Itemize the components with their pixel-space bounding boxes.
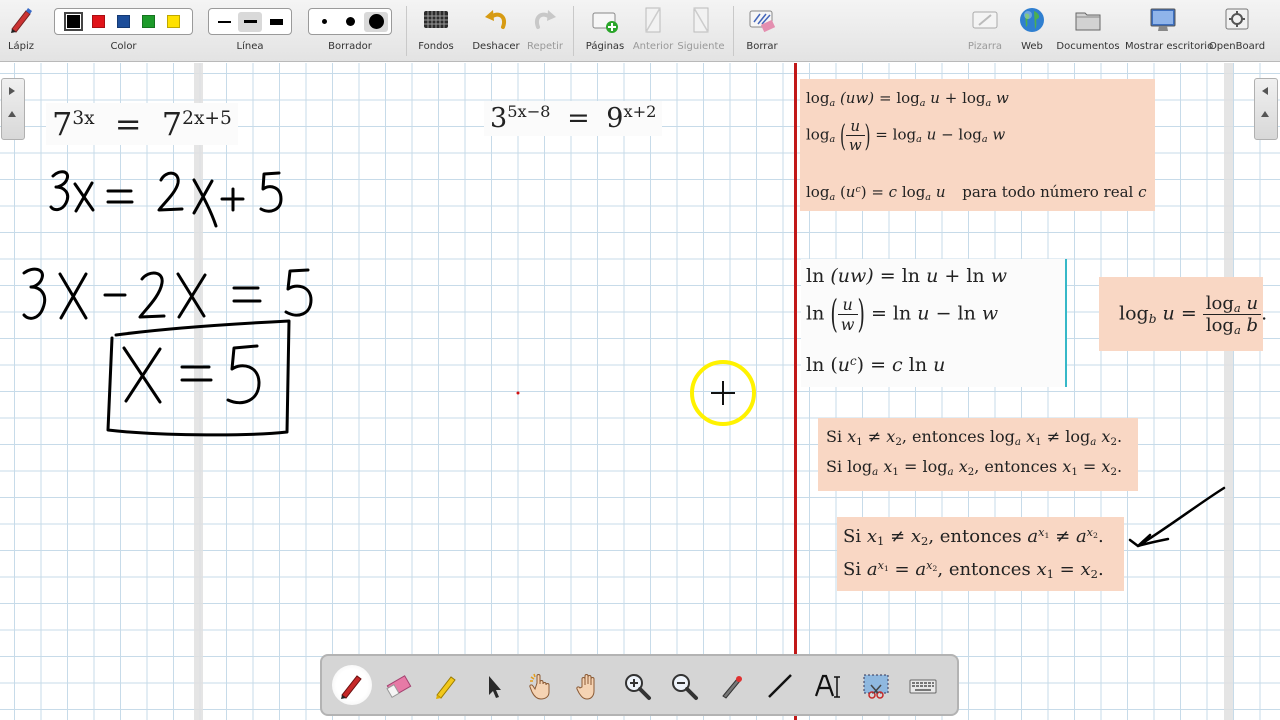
redo-icon	[535, 10, 556, 29]
grid-band	[194, 63, 203, 720]
whiteboard-icon	[972, 11, 998, 29]
color-label: Color	[110, 41, 137, 52]
ln-power-rule: ln (uc) = c ln u	[806, 353, 946, 376]
right-panel-toggle[interactable]	[1254, 78, 1278, 140]
pen-tool-button[interactable]	[332, 665, 372, 705]
top-toolbar: Lápiz Color Línea Borrador Fondos Deshac…	[0, 0, 1280, 62]
eraser-medium-option[interactable]	[338, 12, 362, 32]
screen-capture-icon	[863, 674, 889, 699]
interact-tool-button[interactable]	[522, 666, 560, 706]
exp-injectivity-line-2: Si ax1 = ax2, entonces x1 = x2.	[843, 558, 1104, 582]
globe-icon	[1020, 8, 1044, 32]
settings-gear-icon	[1225, 8, 1249, 30]
grid-background-icon	[424, 11, 448, 28]
log-power-rule: loga (uc) = c loga u para todo número re…	[806, 183, 1147, 203]
color-swatch-black[interactable]	[64, 12, 83, 31]
log-rules-card: loga (uw) = loga u + loga w loga (u w) = …	[800, 79, 1155, 211]
ln-product-rule: ln (uw) = ln u + ln w	[806, 265, 1007, 287]
pointing-hand-icon	[529, 673, 550, 700]
cursor-crosshair-icon	[690, 360, 756, 426]
color-swatch-yellow[interactable]	[167, 15, 180, 28]
exp-injectivity-line-1: Si x1 ≠ x2, entonces ax1 ≠ ax2.	[843, 525, 1104, 549]
line-label: Línea	[236, 41, 264, 52]
text-tool-button[interactable]	[809, 666, 847, 706]
eraser-tool-icon	[386, 675, 412, 699]
pen-tool-icon	[341, 675, 362, 699]
grid-band	[1224, 63, 1233, 720]
log-product-rule: loga (uw) = loga u + loga w	[806, 89, 1009, 109]
pen-icon	[11, 8, 32, 33]
undo-icon	[485, 10, 506, 29]
eraser-large-option[interactable]	[364, 11, 388, 32]
left-panel-toggle[interactable]	[1, 78, 25, 140]
laser-pointer-icon	[722, 676, 742, 699]
color-swatch-green[interactable]	[142, 15, 155, 28]
change-of-base-card: logb u = loga u loga b .	[1099, 277, 1267, 351]
eraser-size-options	[308, 8, 392, 35]
openboard-menu-button[interactable]: OpenBoard	[1209, 0, 1265, 60]
previous-page-icon	[645, 7, 661, 33]
log-injectivity-line-2: Si loga x1 = loga x2, entonces x1 = x2.	[826, 457, 1123, 479]
clear-label: Borrar	[746, 41, 778, 52]
laser-pointer-tool-button[interactable]	[713, 666, 751, 706]
selector-tool-button[interactable]	[475, 666, 513, 706]
exp-injectivity-card: Si x1 ≠ x2, entonces ax1 ≠ ax2. Si ax1 =…	[837, 517, 1124, 591]
show-desktop-button[interactable]: Mostrar escritorio	[1125, 0, 1213, 60]
add-page-icon	[592, 12, 618, 33]
handwritten-solution	[22, 170, 520, 437]
web-button[interactable]: Web	[1014, 0, 1050, 60]
clear-page-icon	[749, 10, 776, 33]
zoom-out-tool-button[interactable]	[665, 666, 703, 706]
arrow-cursor-icon	[489, 676, 501, 698]
eraser-small-option[interactable]	[312, 12, 336, 32]
log-quotient-rule: loga (u w) = loga u − loga w	[806, 117, 1006, 154]
zoom-in-tool-button[interactable]	[618, 666, 656, 706]
log-injectivity-line-1: Si x1 ≠ x2, entonces loga x1 ≠ loga x2.	[826, 427, 1123, 449]
folder-icon	[1075, 12, 1101, 31]
redo-button[interactable]: Repetir	[527, 0, 563, 60]
capture-tool-button[interactable]	[857, 666, 895, 706]
problem-2-equation: 35x−8 = 9x+2	[484, 101, 663, 136]
next-page-icon	[693, 7, 709, 33]
documents-button[interactable]: Documentos	[1056, 0, 1120, 60]
keyboard-icon	[909, 679, 937, 694]
pen-label: Lápiz	[7, 41, 35, 52]
whiteboard-canvas[interactable]: 73x = 72x+5 35x−8 = 9x+2 loga (uw) = log…	[0, 63, 1280, 720]
openboard-label: OpenBoard	[1208, 41, 1266, 52]
log-injectivity-card: Si x1 ≠ x2, entonces loga x1 ≠ loga x2. …	[818, 418, 1138, 491]
color-swatch-red[interactable]	[92, 15, 105, 28]
zoom-out-icon	[672, 674, 698, 700]
line-medium-option[interactable]	[238, 11, 262, 32]
virtual-keyboard-tool-button[interactable]	[904, 666, 942, 706]
eraser-label: Borrador	[328, 41, 372, 52]
line-thick-option[interactable]	[264, 12, 288, 32]
text-tool-icon	[814, 674, 840, 698]
next-page-button[interactable]: Siguiente	[677, 0, 725, 60]
line-thin-option[interactable]	[212, 12, 236, 32]
line-width-options	[208, 8, 292, 35]
tool-dock	[320, 654, 959, 716]
change-of-base-formula: logb u = loga u loga b .	[1119, 293, 1268, 338]
eraser-tool-button[interactable]	[379, 666, 417, 706]
color-palette	[54, 8, 193, 35]
highlighter-icon	[436, 676, 456, 699]
line-tool-button[interactable]	[761, 666, 799, 706]
ln-quotient-rule: ln (u w) = ln u − ln w	[806, 292, 999, 337]
margin-red-line	[794, 63, 797, 720]
desktop-label: Mostrar escritorio	[1125, 41, 1214, 52]
hand-pan-tool-button[interactable]	[570, 666, 608, 706]
hand-icon	[576, 674, 595, 700]
pen-toolbar-button[interactable]: Lápiz	[4, 0, 38, 60]
zoom-in-icon	[625, 674, 651, 700]
problem-1-equation: 73x = 72x+5	[46, 103, 238, 145]
highlighter-tool-button[interactable]	[427, 666, 465, 706]
documents-label: Documentos	[1056, 41, 1120, 52]
color-swatch-blue[interactable]	[117, 15, 130, 28]
backgrounds-button[interactable]: Fondos	[418, 0, 454, 60]
line-tool-icon	[768, 674, 792, 698]
ln-rules-card: ln (uw) = ln u + ln w ln (u w) = ln u − l…	[801, 259, 1067, 387]
clear-page-button[interactable]: Borrar	[744, 0, 780, 60]
monitor-icon	[1150, 8, 1176, 31]
